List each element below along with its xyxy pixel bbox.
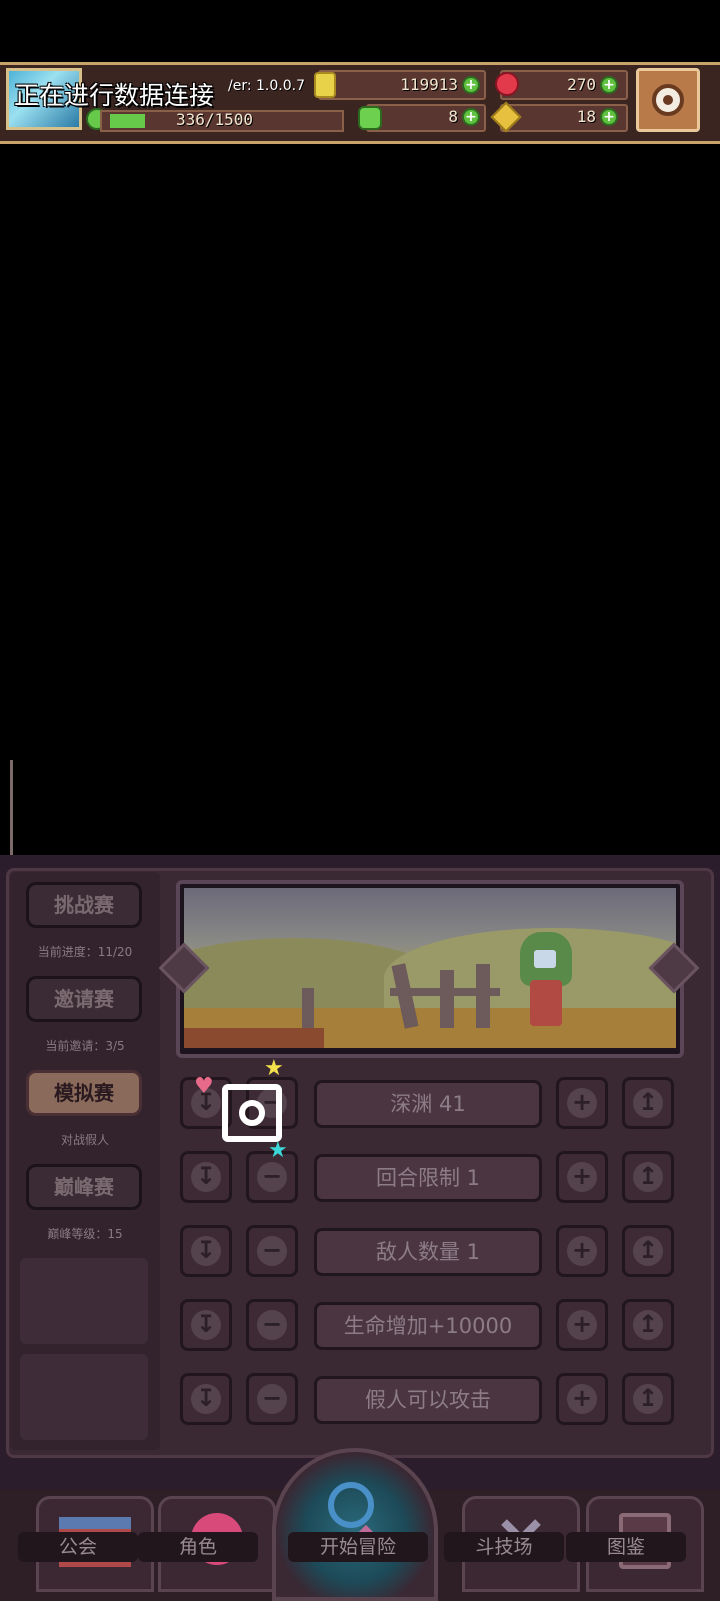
add-gold-icon[interactable]: + xyxy=(462,76,480,94)
battle-preview-scene xyxy=(184,888,676,1048)
arrow-up-to-max-icon: ↥ xyxy=(633,1310,663,1340)
row-min-button[interactable]: ↧ xyxy=(180,1225,232,1277)
dummy-character-body xyxy=(530,980,562,1026)
hp-bonus-label: 生命增加+10000 xyxy=(314,1302,542,1350)
dummy-can-attack-label: 假人可以攻击 xyxy=(314,1376,542,1424)
arrow-down-to-min-icon: ↧ xyxy=(191,1384,221,1414)
star-sparkle-icon: ★ xyxy=(264,1056,284,1081)
fence-post xyxy=(302,988,314,1028)
fence-post xyxy=(476,964,490,1028)
nav-label-adventure: 开始冒险 xyxy=(288,1532,428,1562)
arrow-down-to-min-icon: ↧ xyxy=(191,1236,221,1266)
nav-label-arena: 斗技场 xyxy=(444,1532,564,1562)
arrow-down-to-min-icon: ↧ xyxy=(191,1162,221,1192)
row-increase-button[interactable]: + xyxy=(556,1299,608,1351)
row-increase-button[interactable]: + xyxy=(556,1225,608,1277)
abyss-level-label: 深渊 41 xyxy=(314,1080,542,1128)
empty-mode-slot xyxy=(20,1354,148,1440)
add-gems-icon[interactable]: + xyxy=(600,76,618,94)
invitation-count: 当前邀请：3/5 xyxy=(45,1039,125,1053)
row-decrease-button[interactable]: − xyxy=(246,1373,298,1425)
settings-button[interactable] xyxy=(636,68,700,132)
add-keys-icon[interactable]: + xyxy=(600,108,618,126)
peak-level: 巅峰等级：15 xyxy=(47,1227,123,1241)
arrow-up-to-max-icon: ↥ xyxy=(633,1384,663,1414)
row-max-button[interactable]: ↥ xyxy=(622,1299,674,1351)
arrow-up-to-max-icon: ↥ xyxy=(633,1162,663,1192)
clover-value: 8 xyxy=(448,107,458,126)
start-adventure-button[interactable] xyxy=(272,1448,438,1601)
empty-mode-slot xyxy=(20,1258,148,1344)
arrow-up-to-max-icon: ↥ xyxy=(633,1236,663,1266)
plus-icon: + xyxy=(567,1162,597,1192)
magnifier-icon xyxy=(328,1482,374,1528)
energy-value: 336/1500 xyxy=(176,110,254,129)
capture-indicator-icon xyxy=(222,1084,282,1142)
enemy-count-label: 敌人数量 1 xyxy=(314,1228,542,1276)
dummy-character-face xyxy=(534,950,556,968)
row-increase-button[interactable]: + xyxy=(556,1373,608,1425)
plus-icon: + xyxy=(567,1236,597,1266)
gem-value: 270 xyxy=(567,75,596,94)
connection-status-text: 正在进行数据连接 xyxy=(14,81,215,110)
arrow-down-to-min-icon: ↧ xyxy=(191,1310,221,1340)
version-label: /er: 1.0.0.7 xyxy=(228,78,305,94)
row-max-button[interactable]: ↥ xyxy=(622,1151,674,1203)
row-decrease-button[interactable]: − xyxy=(246,1299,298,1351)
fence-post xyxy=(440,970,454,1028)
row-max-button[interactable]: ↥ xyxy=(622,1077,674,1129)
gear-icon xyxy=(652,84,684,116)
minus-icon: − xyxy=(257,1310,287,1340)
side-handle xyxy=(10,760,13,870)
ground-patch xyxy=(184,1028,324,1048)
minus-icon: − xyxy=(257,1384,287,1414)
heart-sparkle-icon: ♥ xyxy=(194,1074,214,1099)
simulation-subtitle: 对战假人 xyxy=(60,1133,109,1147)
key-value: 18 xyxy=(576,107,596,126)
minus-icon: − xyxy=(257,1236,287,1266)
star-sparkle-icon: ★ xyxy=(268,1138,288,1163)
round-limit-label: 回合限制 1 xyxy=(314,1154,542,1202)
row-increase-button[interactable]: + xyxy=(556,1151,608,1203)
clover-icon xyxy=(358,106,382,130)
nav-label-guild: 公会 xyxy=(18,1532,138,1562)
fence-rail xyxy=(390,988,500,996)
plus-icon: + xyxy=(567,1384,597,1414)
row-min-button[interactable]: ↧ xyxy=(180,1373,232,1425)
gold-value: 119913 xyxy=(400,75,458,94)
minus-icon: − xyxy=(257,1162,287,1192)
row-min-button[interactable]: ↧ xyxy=(180,1151,232,1203)
add-clover-icon[interactable]: + xyxy=(462,108,480,126)
plus-icon: + xyxy=(567,1310,597,1340)
invitation-mode-button[interactable]: 邀请赛 xyxy=(26,976,142,1022)
row-max-button[interactable]: ↥ xyxy=(622,1373,674,1425)
nav-label-codex: 图鉴 xyxy=(566,1532,686,1562)
row-max-button[interactable]: ↥ xyxy=(622,1225,674,1277)
nav-label-character: 角色 xyxy=(138,1532,258,1562)
row-decrease-button[interactable]: − xyxy=(246,1225,298,1277)
energy-bar-fill xyxy=(110,114,145,128)
ruby-gem-icon xyxy=(495,72,519,96)
gold-coin-icon xyxy=(314,72,336,98)
challenge-progress: 当前进度：11/20 xyxy=(37,945,133,959)
arrow-up-to-max-icon: ↥ xyxy=(633,1088,663,1118)
row-min-button[interactable]: ↧ xyxy=(180,1299,232,1351)
row-increase-button[interactable]: + xyxy=(556,1077,608,1129)
challenge-mode-button[interactable]: 挑战赛 xyxy=(26,882,142,928)
plus-icon: + xyxy=(567,1088,597,1118)
peak-mode-button[interactable]: 巅峰赛 xyxy=(26,1164,142,1210)
simulation-mode-button[interactable]: 模拟赛 xyxy=(26,1070,142,1116)
